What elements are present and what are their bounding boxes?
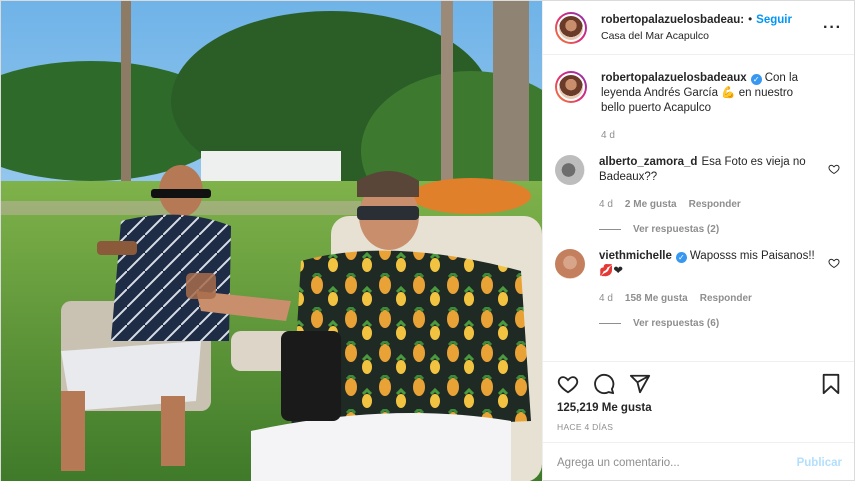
post-location[interactable]: Casa del Mar Acapulco xyxy=(601,30,823,42)
replies-line xyxy=(599,229,621,230)
comment-username[interactable]: alberto_zamora_d xyxy=(599,156,697,168)
header-row: robertopalazuelosbadeau: • Seguir xyxy=(601,14,823,26)
comment-meta: 4 d 2 Me gusta Responder xyxy=(599,197,820,212)
view-replies-label: Ver respuestas (6) xyxy=(633,318,720,329)
separator-dot: • xyxy=(748,13,753,26)
comment-meta: 4 d 158 Me gusta Responder xyxy=(599,291,820,306)
comment-like-heart-icon[interactable] xyxy=(828,163,840,175)
comment-likes[interactable]: 158 Me gusta xyxy=(625,291,688,306)
posted-time[interactable]: HACE 4 DÍAS xyxy=(557,422,842,432)
caption-meta: 4 d xyxy=(601,128,820,143)
caption-body: robertopalazuelosbadeaux ✓ Con la leyenda … xyxy=(601,71,840,143)
publish-button[interactable]: Publicar xyxy=(797,457,842,469)
comment-time[interactable]: 4 d xyxy=(599,291,613,306)
add-comment-bar: Publicar xyxy=(543,442,854,481)
comment-input[interactable] xyxy=(557,456,797,469)
view-replies-label: Ver respuestas (2) xyxy=(633,224,720,235)
caption: robertopalazuelosbadeaux ✓ Con la leyenda … xyxy=(555,71,840,143)
verified-badge-icon: ✓ xyxy=(675,252,687,263)
bookmark-icon[interactable] xyxy=(820,373,842,395)
caption-username[interactable]: robertopalazuelosbadeaux xyxy=(601,72,747,84)
view-replies-button[interactable]: Ver respuestas (2) xyxy=(599,224,840,235)
verified-badge-icon: ✓ xyxy=(750,74,762,85)
comment-icon[interactable] xyxy=(593,373,615,395)
send-icon[interactable] xyxy=(629,373,651,395)
action-icons xyxy=(557,370,842,398)
heart-icon[interactable] xyxy=(557,373,579,395)
post-side-panel: robertopalazuelosbadeau: • Seguir Casa d… xyxy=(542,1,854,481)
reply-button[interactable]: Responder xyxy=(689,197,741,212)
likes-count[interactable]: 125,219 Me gusta xyxy=(557,402,842,414)
commenter-avatar[interactable] xyxy=(555,249,585,279)
comment-like-heart-icon[interactable] xyxy=(828,257,840,269)
follow-button[interactable]: Seguir xyxy=(756,14,792,26)
commenter-avatar[interactable] xyxy=(555,155,585,185)
caption-avatar[interactable] xyxy=(555,71,587,103)
actions-bar: 125,219 Me gusta HACE 4 DÍAS xyxy=(543,361,854,442)
post-header: robertopalazuelosbadeau: • Seguir Casa d… xyxy=(543,1,854,55)
comment-item: viethmichelle ✓ Waposss mis Paisanos!! 💋❤ … xyxy=(555,249,840,306)
comment-item: alberto_zamora_d Esa Foto es vieja no Bad… xyxy=(555,155,840,212)
replies-line xyxy=(599,323,621,324)
reply-button[interactable]: Responder xyxy=(700,291,752,306)
author-avatar[interactable] xyxy=(555,11,587,44)
comment-likes[interactable]: 2 Me gusta xyxy=(625,197,677,212)
caption-time[interactable]: 4 d xyxy=(601,128,615,143)
author-username[interactable]: robertopalazuelosbadeau: xyxy=(601,14,744,26)
view-replies-button[interactable]: Ver respuestas (6) xyxy=(599,318,840,329)
comment-time[interactable]: 4 d xyxy=(599,197,613,212)
header-text: robertopalazuelosbadeau: • Seguir Casa d… xyxy=(601,14,823,42)
comments-list[interactable]: robertopalazuelosbadeaux ✓ Con la leyenda … xyxy=(543,55,854,361)
comment-body: viethmichelle ✓ Waposss mis Paisanos!! 💋❤ … xyxy=(599,249,840,306)
comment-body: alberto_zamora_d Esa Foto es vieja no Bad… xyxy=(599,155,840,212)
more-dots-icon[interactable]: ··· xyxy=(823,19,842,37)
instagram-post: robertopalazuelosbadeau: • Seguir Casa d… xyxy=(0,0,855,481)
post-photo[interactable] xyxy=(1,1,542,481)
photo-illustration xyxy=(1,1,542,481)
comment-username[interactable]: viethmichelle xyxy=(599,250,672,262)
